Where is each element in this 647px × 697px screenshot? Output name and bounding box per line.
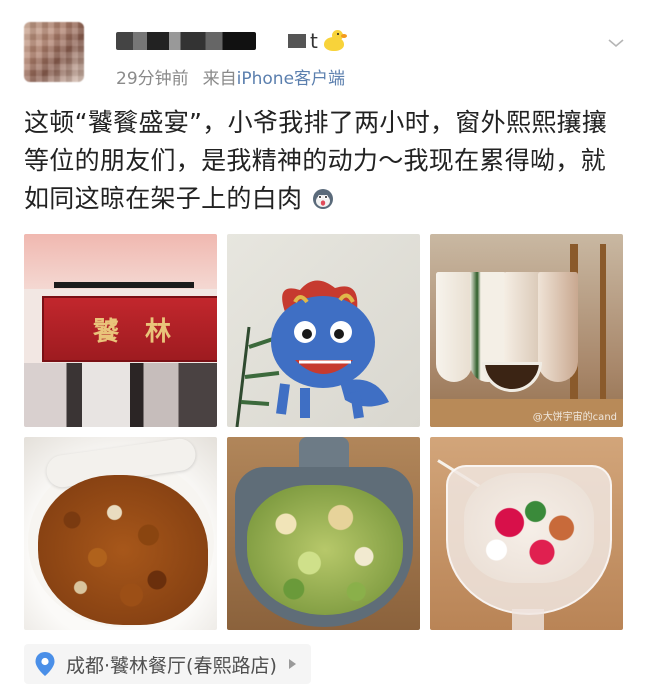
location-text: 成都·饕林餐厅(春熙路店) [66, 654, 277, 677]
post-content: 这顿“饕餮盛宴”，小爷我排了两小时，窗外熙熙攘攘等位的朋友们，是我精神的动力～我… [24, 104, 624, 218]
lotus-salad-photo[interactable] [227, 437, 420, 630]
dessert-bowl-photo[interactable] [430, 437, 623, 630]
location-pin-icon [35, 652, 55, 676]
post-time: 29分钟前 [116, 69, 189, 89]
duck-emoji-icon [322, 29, 347, 53]
author-name-suffix[interactable]: t [310, 29, 318, 53]
mythical-beast-mural [271, 280, 389, 419]
chevron-right-icon [288, 659, 296, 669]
sign-char-2: 林 [144, 316, 171, 347]
post-source-prefix: 来自 [202, 69, 237, 89]
post-source-device[interactable]: iPhone客户端 [237, 69, 345, 89]
restaurant-sign: 饕 林 [42, 296, 217, 362]
post-meta: 29分钟前 来自iPhone客户端 [116, 64, 345, 89]
author-name-row[interactable]: t [116, 26, 347, 56]
author-name-obscured[interactable] [116, 32, 256, 50]
mural-photo[interactable] [227, 234, 420, 427]
location-tag[interactable]: 成都·饕林餐厅(春熙路店) [24, 644, 311, 684]
post-source: 来自iPhone客户端 [203, 64, 345, 89]
chevron-down-icon[interactable] [607, 34, 625, 52]
weibo-post: t 29分钟前 来自iPhone客户端 这顿“饕餮盛宴”，小爷我排了两小时，窗外… [0, 0, 647, 697]
sign-char-1: 饕 [92, 316, 119, 347]
photo-watermark: @大饼宇宙的cand [532, 412, 617, 423]
kung-pao-chicken-photo[interactable] [24, 437, 217, 630]
dog-emoji-icon [312, 189, 333, 209]
white-pork-rack-photo[interactable]: @大饼宇宙的cand [430, 234, 623, 427]
author-name-obscured-part [288, 34, 306, 48]
avatar[interactable] [24, 22, 84, 82]
image-grid: 饕 林 @大饼宇宙的cand [24, 234, 624, 630]
restaurant-sign-photo[interactable]: 饕 林 [24, 234, 217, 427]
